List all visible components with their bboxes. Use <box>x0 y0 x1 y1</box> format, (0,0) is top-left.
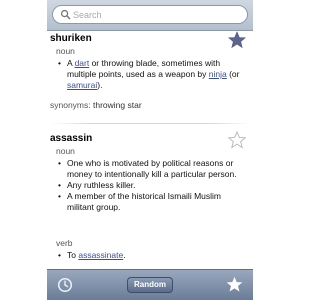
link-ninja[interactable]: ninja <box>209 69 227 79</box>
definition-list: To assassinate. <box>56 250 246 261</box>
definition-list: A dart or throwing blade, sometimes with… <box>56 58 246 91</box>
definition-item: A member of the historical Ismaili Musli… <box>56 191 246 213</box>
search-bar <box>47 0 253 31</box>
entry-divider <box>50 123 250 124</box>
link-samurai[interactable]: samurai <box>67 80 97 90</box>
bottom-toolbar: Random <box>47 269 253 300</box>
star-filled-icon[interactable] <box>228 31 246 49</box>
synonyms-value: throwing star <box>93 100 142 110</box>
star-icon[interactable] <box>226 276 243 293</box>
part-of-speech: noun <box>56 146 75 156</box>
entry-word: assassin <box>50 133 93 144</box>
clock-icon[interactable] <box>57 277 73 293</box>
search-field[interactable] <box>52 5 248 24</box>
entry-word: shuriken <box>50 33 92 44</box>
definition-item: A dart or throwing blade, sometimes with… <box>56 58 246 91</box>
definition-item: To assassinate. <box>56 250 246 261</box>
random-button[interactable]: Random <box>127 277 173 293</box>
part-of-speech: noun <box>56 46 75 56</box>
synonyms-label: synonyms: <box>50 100 91 110</box>
link-assassinate[interactable]: assassinate <box>78 250 123 260</box>
link-dart[interactable]: dart <box>75 58 90 68</box>
part-of-speech: verb <box>56 238 73 248</box>
definition-item: Any ruthless killer. <box>56 180 246 191</box>
synonyms: synonyms: throwing star <box>50 100 142 110</box>
search-icon <box>60 9 71 20</box>
dictionary-screen: shuriken noun A dart or throwing blade, … <box>47 0 253 300</box>
search-input[interactable] <box>73 7 243 22</box>
definition-item: One who is motivated by political reason… <box>56 158 246 180</box>
star-outline-icon[interactable] <box>228 131 246 149</box>
definition-list: One who is motivated by political reason… <box>56 158 246 213</box>
